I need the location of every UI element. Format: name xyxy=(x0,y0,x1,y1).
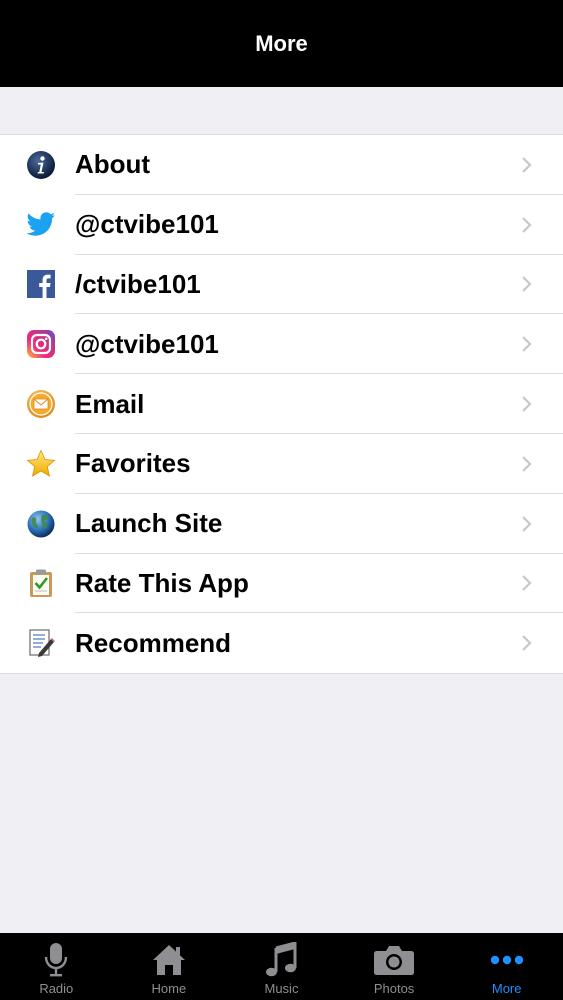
chevron-right-icon xyxy=(522,396,532,412)
chevron-right-icon xyxy=(522,336,532,353)
music-note-icon xyxy=(265,941,297,979)
facebook-icon xyxy=(26,269,56,299)
tab-music[interactable]: Music xyxy=(225,933,338,1000)
chevron-right-icon xyxy=(522,515,532,532)
home-icon xyxy=(152,941,186,979)
star-icon xyxy=(26,449,56,479)
menu-item-label: Launch Site xyxy=(75,508,223,539)
chevron-right-icon xyxy=(522,216,532,233)
clipboard-check-icon xyxy=(26,568,56,598)
info-icon xyxy=(26,150,56,180)
menu-item-label: Favorites xyxy=(75,448,191,479)
tab-label: More xyxy=(491,981,522,996)
tab-photos[interactable]: Photos xyxy=(338,933,451,1000)
tab-label: Music xyxy=(264,981,299,996)
more-menu-list: About @ctvibe101 /ctvibe101 @ctvibe101 E… xyxy=(0,134,563,675)
menu-item-facebook[interactable]: /ctvibe101 xyxy=(0,255,563,315)
menu-item-favorites[interactable]: Favorites xyxy=(0,434,563,494)
nav-bar: More xyxy=(0,0,563,87)
chevron-right-icon xyxy=(522,456,532,472)
menu-item-label: @ctvibe101 xyxy=(75,328,219,359)
instagram-icon xyxy=(26,329,56,359)
chevron-right-icon xyxy=(522,635,532,652)
tab-radio[interactable]: Radio xyxy=(0,933,113,1000)
menu-item-recommend[interactable]: Recommend xyxy=(0,613,563,673)
email-icon xyxy=(26,389,56,419)
menu-item-label: Rate This App xyxy=(75,567,249,598)
menu-item-label: Recommend xyxy=(75,627,232,658)
menu-item-about[interactable]: About xyxy=(0,135,563,195)
menu-item-email[interactable]: Email xyxy=(0,374,563,434)
menu-item-twitter[interactable]: @ctvibe101 xyxy=(0,195,563,255)
menu-item-label: /ctvibe101 xyxy=(75,268,201,299)
tab-label: Photos xyxy=(373,981,415,996)
chevron-right-icon xyxy=(522,157,532,173)
tab-home[interactable]: Home xyxy=(113,933,226,1000)
tab-more[interactable]: More xyxy=(450,933,563,1000)
microphone-icon xyxy=(43,941,69,979)
tab-label: Home xyxy=(151,981,187,996)
menu-item-instagram[interactable]: @ctvibe101 xyxy=(0,314,563,375)
menu-item-rate-app[interactable]: Rate This App xyxy=(0,554,563,614)
menu-item-label: @ctvibe101 xyxy=(75,209,219,240)
chevron-right-icon xyxy=(522,575,532,592)
chevron-right-icon xyxy=(522,276,532,293)
page-title: More xyxy=(255,30,308,56)
menu-item-launch-site[interactable]: Launch Site xyxy=(0,494,563,554)
menu-item-label: Email xyxy=(75,388,145,419)
tab-label: Radio xyxy=(39,981,74,996)
globe-icon xyxy=(26,509,56,539)
camera-icon xyxy=(373,941,415,979)
twitter-icon xyxy=(26,210,56,240)
menu-item-label: About xyxy=(75,149,151,180)
tab-bar: Radio Home Music Photos More xyxy=(0,933,563,1000)
more-dots-icon xyxy=(489,941,525,979)
notepad-icon xyxy=(26,628,56,658)
